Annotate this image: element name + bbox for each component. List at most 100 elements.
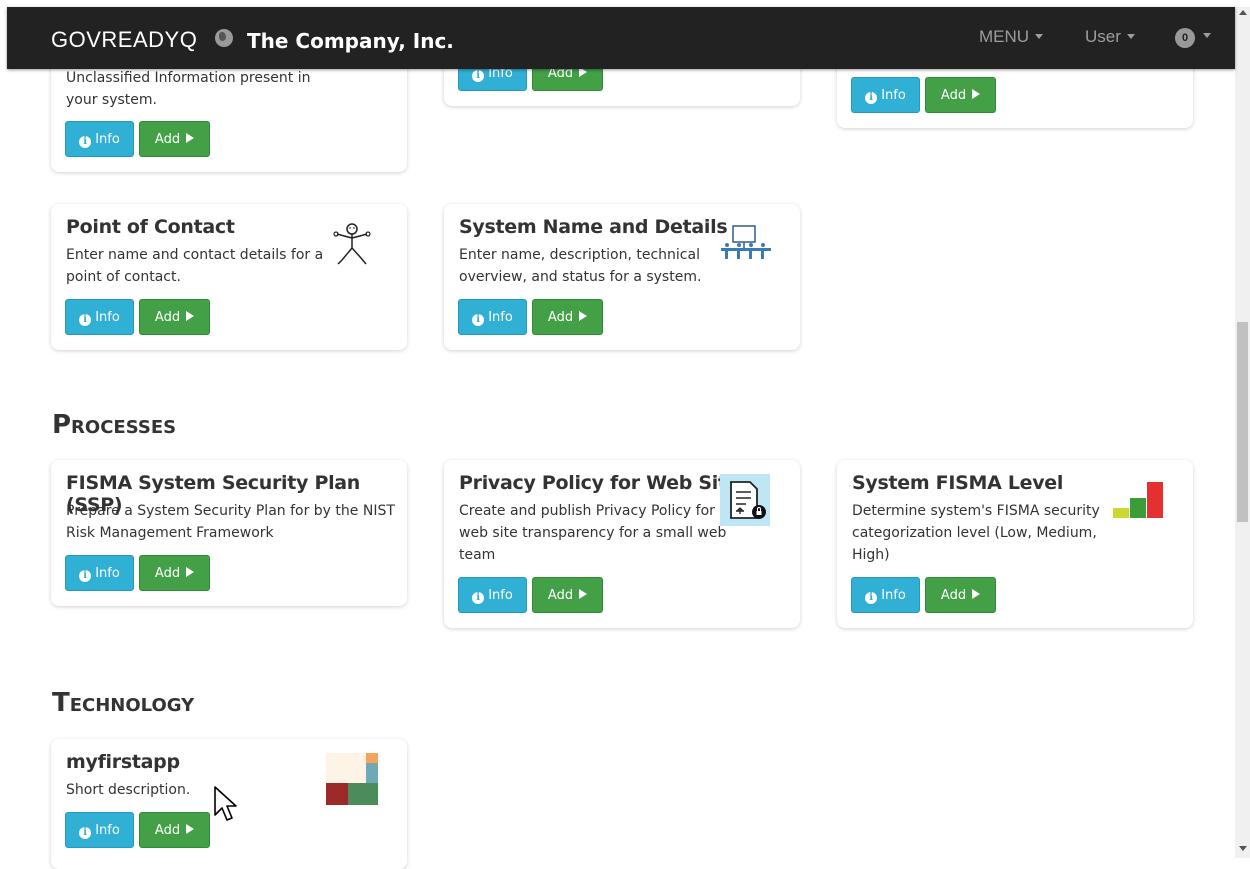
add-button[interactable]: Add <box>925 77 996 113</box>
info-circle-icon: i <box>472 314 485 326</box>
info-button-label: Info <box>488 310 513 325</box>
info-circle-icon: i <box>79 570 92 582</box>
info-button[interactable]: i Info <box>65 812 134 848</box>
section-heading-processes: Processes <box>52 410 177 440</box>
brand-logo[interactable]: GOVREADYQ <box>51 27 197 53</box>
add-button-label: Add <box>154 566 181 581</box>
caret-down-icon <box>1035 34 1044 39</box>
info-button-label: Info <box>881 588 906 603</box>
app-card-privacy-policy: Privacy Policy for Web Site Create and p… <box>444 460 800 628</box>
info-button-label: Info <box>95 823 120 838</box>
description-line: Create and publish Privacy Policy for <box>459 503 715 519</box>
privacy-document-icon <box>720 474 770 526</box>
caret-down-icon <box>1126 34 1135 39</box>
card-description: Create and publish Privacy Policy for we… <box>459 500 726 566</box>
add-button[interactable]: Add <box>925 577 996 613</box>
description-line: Short description. <box>66 782 191 798</box>
info-circle-icon: i <box>865 92 878 104</box>
app-card-fisma-level: System FISMA Level Determine system's FI… <box>837 460 1193 628</box>
globe-icon <box>215 29 233 47</box>
app-card-point-of-contact: Point of Contact Enter name and contact … <box>51 204 407 350</box>
organization-name[interactable]: The Company, Inc. <box>247 29 454 53</box>
play-arrow-icon <box>579 589 588 599</box>
play-arrow-icon <box>186 824 195 834</box>
description-line: web site transparency for a small web <box>459 525 727 541</box>
info-circle-icon: i <box>472 592 485 604</box>
info-button[interactable]: i Info <box>458 577 527 613</box>
add-button-label: Add <box>154 132 181 147</box>
user-label: User <box>1085 27 1121 46</box>
play-arrow-icon <box>972 89 981 99</box>
description-line: overview, and status for a system. <box>459 269 702 285</box>
level-bars-icon <box>1113 482 1163 518</box>
add-button-label: Add <box>154 310 181 325</box>
scrollbar-thumb[interactable] <box>1237 322 1248 522</box>
add-button-label: Add <box>154 823 181 838</box>
play-arrow-icon <box>186 567 195 577</box>
add-button[interactable]: Add <box>532 299 603 335</box>
description-line: High) <box>852 547 890 563</box>
window-top-frame <box>0 0 1250 7</box>
description-line: Prepare a System Security Plan for by th… <box>66 503 395 519</box>
card-description: Unclassified Information present in your… <box>66 67 310 111</box>
info-button[interactable]: i Info <box>851 77 920 113</box>
card-description: Determine system's FISMA security catego… <box>852 500 1100 566</box>
add-button[interactable]: Add <box>139 555 210 591</box>
whiteboard-meeting-icon <box>721 225 771 259</box>
card-title: myfirstapp <box>66 751 180 773</box>
card-description: Prepare a System Security Plan for by th… <box>66 500 395 544</box>
description-line: Determine system's FISMA security <box>852 503 1100 519</box>
card-title: Privacy Policy for Web Site <box>459 472 740 494</box>
mouse-pointer-icon <box>214 786 237 821</box>
info-button-label: Info <box>488 588 513 603</box>
add-button[interactable]: Add <box>139 121 210 157</box>
description-line: point of contact. <box>66 269 181 285</box>
info-button-label: Info <box>881 88 906 103</box>
info-button-label: Info <box>95 566 120 581</box>
add-button[interactable]: Add <box>139 812 210 848</box>
add-button-label: Add <box>547 310 574 325</box>
info-circle-icon: i <box>79 314 92 326</box>
card-title: System FISMA Level <box>852 472 1064 494</box>
section-heading-technology: Technology <box>52 688 195 718</box>
notifications-badge: 0 <box>1175 28 1195 48</box>
app-card-system-name-details: System Name and Details Enter name, desc… <box>444 204 800 350</box>
card-description: Enter name, description, technical overv… <box>459 244 701 288</box>
add-button-label: Add <box>547 588 574 603</box>
add-button[interactable]: Add <box>532 577 603 613</box>
card-description: Short description. <box>66 779 190 801</box>
stick-figure-icon <box>333 223 371 265</box>
app-blocks-icon <box>326 753 378 805</box>
add-button[interactable]: Add <box>139 299 210 335</box>
info-button[interactable]: i Info <box>65 299 134 335</box>
description-line: your system. <box>66 92 157 108</box>
play-arrow-icon <box>186 133 195 143</box>
user-dropdown[interactable]: User <box>1085 27 1135 47</box>
info-button-label: Info <box>95 310 120 325</box>
info-button[interactable]: i Info <box>65 121 134 157</box>
add-button-label: Add <box>940 88 967 103</box>
info-button[interactable]: i Info <box>458 299 527 335</box>
description-line: Unclassified Information present in <box>66 70 311 86</box>
caret-down-icon <box>1203 33 1211 38</box>
card-title: System Name and Details <box>459 216 728 238</box>
description-line: Enter name, description, technical <box>459 247 700 263</box>
scroll-down-arrow-icon[interactable] <box>1239 846 1247 851</box>
menu-dropdown[interactable]: MENU <box>979 27 1044 47</box>
card-title: Point of Contact <box>66 216 235 238</box>
app-card-fisma-ssp: FISMA System Security Plan (SSP) Prepare… <box>51 460 407 606</box>
play-arrow-icon <box>186 311 195 321</box>
info-button[interactable]: i Info <box>851 577 920 613</box>
card-description: Enter name and contact details for a poi… <box>66 244 323 288</box>
info-circle-icon: i <box>79 136 92 148</box>
info-button[interactable]: i Info <box>65 555 134 591</box>
menu-label: MENU <box>979 27 1030 46</box>
notifications-dropdown[interactable]: 0 <box>1175 28 1211 48</box>
info-button-label: Info <box>95 132 120 147</box>
description-line: categorization level (Low, Medium, <box>852 525 1097 541</box>
add-button-label: Add <box>940 588 967 603</box>
description-line: team <box>459 547 496 563</box>
scroll-up-arrow-icon[interactable] <box>1239 10 1247 15</box>
top-navbar: GOVREADYQ The Company, Inc. MENU User 0 <box>7 7 1235 69</box>
info-circle-icon: i <box>79 827 92 839</box>
